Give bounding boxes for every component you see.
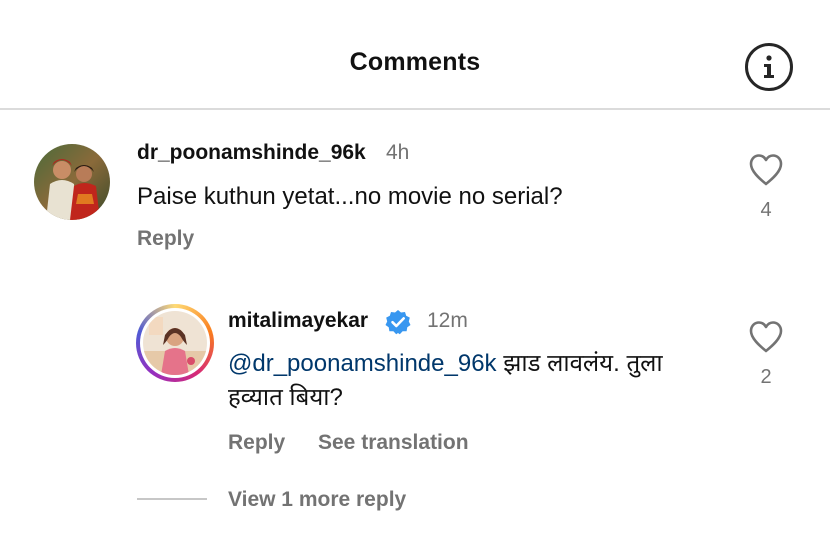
like-count: 2 [760, 366, 772, 388]
heart-outline-icon[interactable] [748, 153, 784, 187]
heart-outline-icon[interactable] [748, 320, 784, 354]
header-divider [0, 108, 830, 110]
reply-text: @dr_poonamshinde_96k झाड लावलंय. तुला हव… [228, 347, 728, 415]
verified-badge-icon [385, 310, 411, 335]
reply-button[interactable]: Reply [137, 227, 194, 251]
reply-button[interactable]: Reply [228, 431, 285, 455]
info-button[interactable] [745, 43, 793, 91]
reply-username[interactable]: mitalimayekar [228, 309, 368, 333]
more-replies-line [137, 498, 207, 500]
reply-time: 12m [427, 309, 468, 332]
reply-text-line1: झाड लावलंय. तुला [496, 350, 663, 377]
view-more-replies-button[interactable]: View 1 more reply [228, 488, 406, 512]
comment-time: 4h [386, 141, 410, 164]
avatar [143, 311, 207, 375]
avatar[interactable] [34, 144, 110, 220]
comment-username[interactable]: dr_poonamshinde_96k [137, 141, 366, 165]
like-count: 4 [760, 199, 772, 221]
avatar-story-ring[interactable] [136, 304, 214, 382]
reply-text-line2: हव्यात बिया? [228, 384, 343, 411]
page-title: Comments [349, 48, 481, 76]
comments-header: Comments [0, 0, 830, 108]
info-circle-icon [764, 55, 774, 78]
mention-link[interactable]: @dr_poonamshinde_96k [228, 350, 497, 377]
see-translation-button[interactable]: See translation [318, 431, 469, 455]
comment-text: Paise kuthun yetat...no movie no serial? [137, 183, 563, 210]
